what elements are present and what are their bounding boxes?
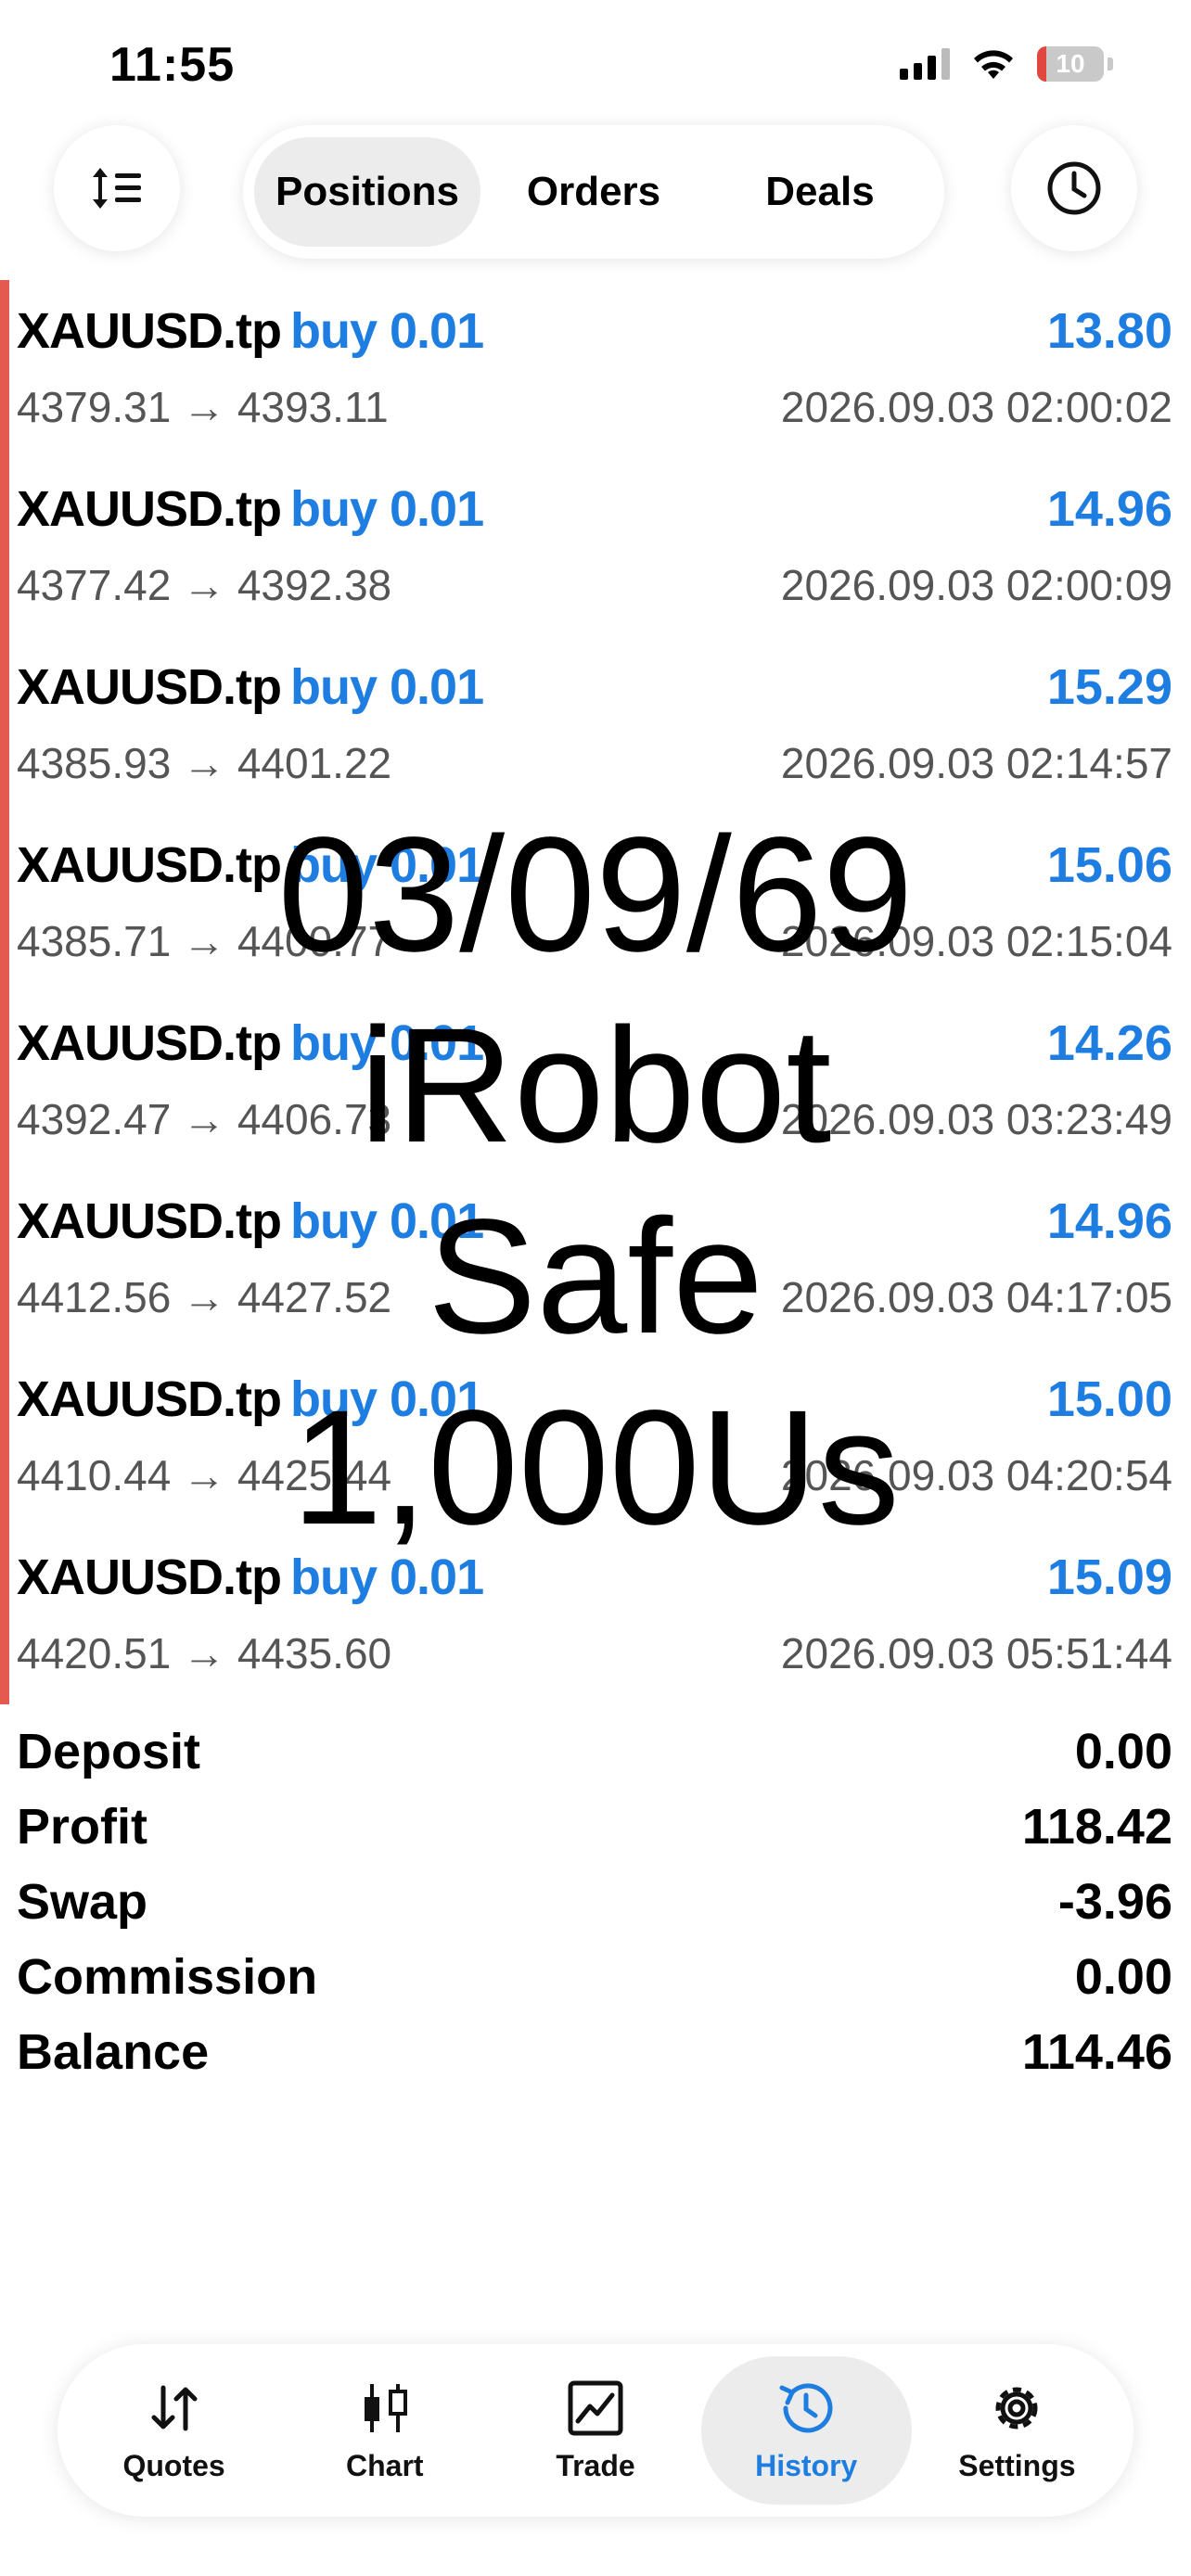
deal-symbol: XAUUSD.tp [17, 303, 282, 359]
deal-prices: 4385.93 → 4401.22 [17, 739, 392, 787]
nav-label: Settings [958, 2448, 1076, 2482]
summary-label: Swap [17, 1874, 148, 1930]
deal-row[interactable]: XAUUSD.tp buy 0.01 15.09 4420.51 → 4435.6… [0, 1526, 1191, 1704]
deal-profit: 15.09 [1046, 1549, 1172, 1605]
summary-deposit: Deposit 0.00 [0, 1717, 1191, 1792]
deal-side: buy 0.01 [290, 481, 484, 537]
summary-value: -3.96 [1057, 1874, 1172, 1930]
deal-symbol: XAUUSD.tp [17, 1371, 282, 1427]
deal-profit: 14.96 [1046, 481, 1172, 537]
summary-value: 0.00 [1074, 1949, 1172, 2005]
deal-side: buy 0.01 [290, 1549, 484, 1605]
deal-row[interactable]: XAUUSD.tp buy 0.01 15.06 4385.71 → 4400.7… [0, 814, 1191, 992]
deal-time: 2026.09.03 04:17:05 [780, 1273, 1172, 1321]
bottom-nav: Quotes Chart Trade History Settings [58, 2344, 1133, 2517]
deal-prices: 4410.44 → 4425.44 [17, 1451, 392, 1499]
deal-row[interactable]: XAUUSD.tp buy 0.01 14.96 4412.56 → 4427.5… [0, 1170, 1191, 1348]
summary-label: Commission [17, 1949, 318, 2005]
sort-button[interactable] [54, 125, 180, 251]
summary-value: 0.00 [1074, 1724, 1172, 1779]
deal-side: buy 0.01 [290, 303, 484, 359]
status-time: 11:55 [109, 38, 236, 92]
period-button[interactable] [1011, 125, 1137, 251]
summary-commission: Commission 0.00 [0, 1943, 1191, 2018]
deal-profit: 15.06 [1046, 837, 1172, 893]
deal-symbol: XAUUSD.tp [17, 1015, 282, 1071]
deal-row[interactable]: XAUUSD.tp buy 0.01 14.26 4392.47 → 4406.7… [0, 992, 1191, 1170]
deal-symbol: XAUUSD.tp [17, 1193, 282, 1249]
deal-profit: 15.00 [1046, 1371, 1172, 1427]
tab-positions[interactable]: Positions [254, 137, 480, 247]
deal-time: 2026.09.03 02:00:09 [780, 561, 1172, 609]
clock-icon [1047, 161, 1101, 215]
deal-prices: 4392.47 → 4406.73 [17, 1095, 392, 1143]
deal-time: 2026.09.03 04:20:54 [780, 1451, 1172, 1499]
tab-orders[interactable]: Orders [480, 137, 707, 247]
history-icon [779, 2382, 833, 2432]
sort-icon [93, 168, 141, 209]
deal-side: buy 0.01 [290, 1193, 484, 1249]
nav-label: Chart [346, 2448, 424, 2482]
cellular-signal-icon [900, 48, 950, 80]
chart-icon [364, 2383, 407, 2432]
account-summary: Deposit 0.00 Profit 118.42 Swap -3.96 Co… [0, 1717, 1191, 2093]
status-icons: 10 [900, 46, 1113, 82]
summary-value: 114.46 [1021, 2024, 1172, 2080]
deal-row[interactable]: XAUUSD.tp buy 0.01 13.80 4379.31 → 4393.1… [0, 280, 1191, 458]
nav-label: Trade [556, 2448, 635, 2482]
settings-icon [995, 2387, 1038, 2429]
deal-prices: 4385.71 → 4400.77 [17, 917, 392, 965]
deal-row[interactable]: XAUUSD.tp buy 0.01 15.29 4385.93 → 4401.2… [0, 636, 1191, 814]
deal-side: buy 0.01 [290, 1015, 484, 1071]
tab-deals[interactable]: Deals [707, 137, 933, 247]
deal-profit: 14.26 [1046, 1015, 1172, 1071]
deal-time: 2026.09.03 02:00:02 [780, 383, 1172, 431]
nav-label: Quotes [122, 2448, 225, 2482]
deal-profit: 14.96 [1046, 1193, 1172, 1249]
deal-side: buy 0.01 [290, 837, 484, 893]
deal-symbol: XAUUSD.tp [17, 837, 282, 893]
nav-history[interactable]: History [700, 2356, 912, 2505]
summary-swap: Swap -3.96 [0, 1868, 1191, 1943]
deal-symbol: XAUUSD.tp [17, 659, 282, 715]
summary-label: Profit [17, 1799, 147, 1855]
nav-trade[interactable]: Trade [490, 2356, 700, 2505]
deal-prices: 4377.42 → 4392.38 [17, 561, 392, 609]
deal-prices: 4412.56 → 4427.52 [17, 1273, 392, 1321]
summary-label: Balance [17, 2024, 210, 2080]
nav-chart[interactable]: Chart [279, 2356, 490, 2505]
deal-side: buy 0.01 [290, 659, 484, 715]
nav-settings[interactable]: Settings [912, 2356, 1122, 2505]
deal-row[interactable]: XAUUSD.tp buy 0.01 14.96 4377.42 → 4392.3… [0, 458, 1191, 636]
deal-time: 2026.09.03 02:14:57 [780, 739, 1172, 787]
battery-icon: 10 [1037, 46, 1104, 82]
wifi-icon [974, 50, 1013, 79]
deals-list: XAUUSD.tp buy 0.01 13.80 4379.31 → 4393.1… [0, 280, 1191, 1704]
deal-time: 2026.09.03 02:15:04 [780, 917, 1172, 965]
deal-time: 2026.09.03 05:51:44 [780, 1629, 1172, 1677]
battery-level: 10 [1056, 49, 1085, 78]
deal-symbol: XAUUSD.tp [17, 1549, 282, 1605]
summary-balance: Balance 114.46 [0, 2018, 1191, 2093]
summary-profit: Profit 118.42 [0, 1792, 1191, 1868]
summary-value: 118.42 [1021, 1799, 1172, 1855]
nav-label: History [755, 2448, 858, 2482]
deal-profit: 13.80 [1046, 303, 1172, 359]
trade-icon [568, 2380, 623, 2435]
deal-profit: 15.29 [1046, 659, 1172, 715]
quotes-icon [151, 2385, 198, 2430]
deal-prices: 4379.31 → 4393.11 [17, 383, 389, 431]
deal-side: buy 0.01 [290, 1371, 484, 1427]
summary-label: Deposit [17, 1724, 201, 1779]
deal-symbol: XAUUSD.tp [17, 481, 282, 537]
history-tabs: Positions Orders Deals [243, 125, 944, 259]
deal-row[interactable]: XAUUSD.tp buy 0.01 15.00 4410.44 → 4425.4… [0, 1348, 1191, 1526]
deal-time: 2026.09.03 03:23:49 [780, 1095, 1172, 1143]
nav-quotes[interactable]: Quotes [69, 2356, 279, 2505]
deal-prices: 4420.51 → 4435.60 [17, 1629, 392, 1677]
